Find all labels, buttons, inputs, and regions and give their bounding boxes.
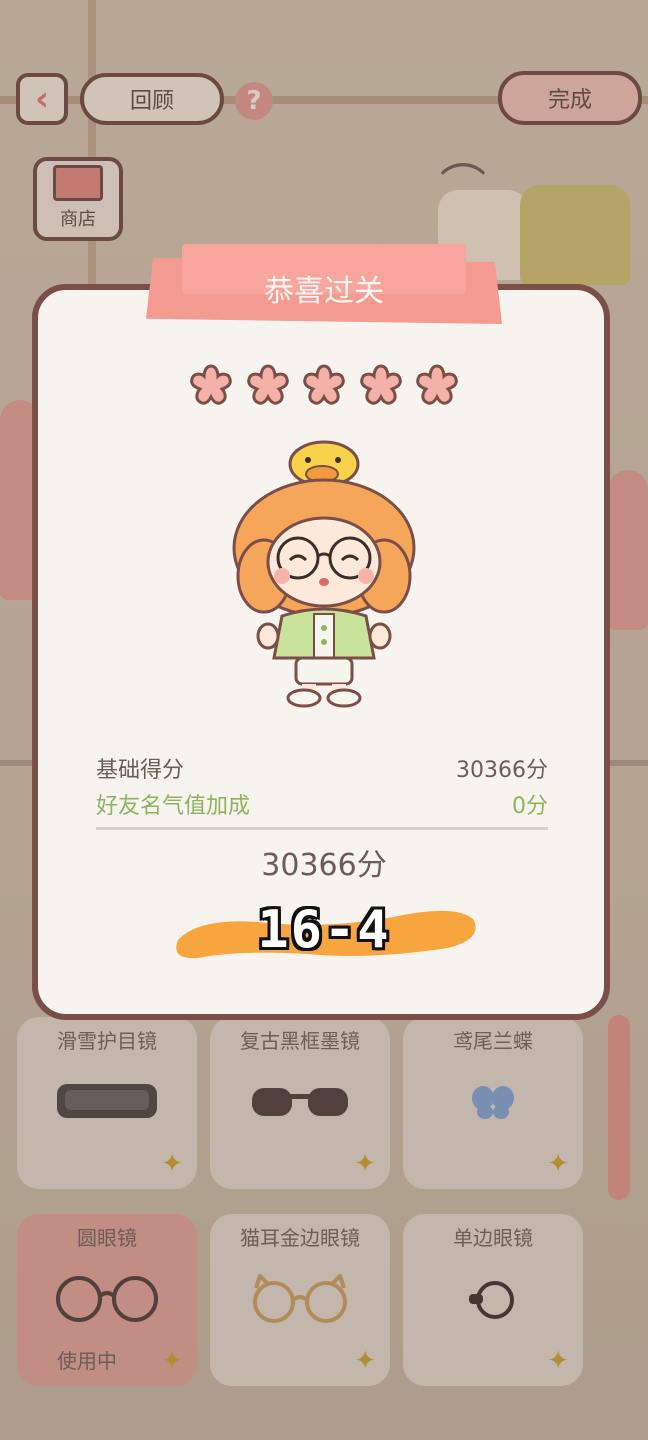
level-badge: 16-4 — [168, 900, 480, 966]
flower-star-icon — [359, 364, 402, 405]
bonus-score-row: 好友名气值加成 0分 — [96, 788, 548, 820]
total-score: 30366分 — [261, 848, 387, 883]
divider — [96, 827, 548, 830]
dialog-title: 恭喜过关 — [264, 274, 384, 309]
level-number: 16-4 — [257, 900, 391, 960]
flower-star-icon — [190, 364, 232, 405]
bonus-score-label: 好友名气值加成 — [96, 794, 251, 819]
character-avatar — [232, 440, 416, 708]
flower-star-icon — [416, 364, 458, 405]
title-ribbon: 恭喜过关 — [146, 244, 502, 332]
flower-star-icon — [246, 364, 289, 405]
base-score-label: 基础得分 — [96, 758, 185, 783]
base-score-row: 基础得分 30366分 — [96, 752, 548, 784]
base-score-value: 30366分 — [456, 758, 548, 783]
flower-star-icon — [303, 364, 345, 405]
bonus-score-value: 0分 — [512, 794, 548, 819]
star-rating — [188, 362, 460, 410]
